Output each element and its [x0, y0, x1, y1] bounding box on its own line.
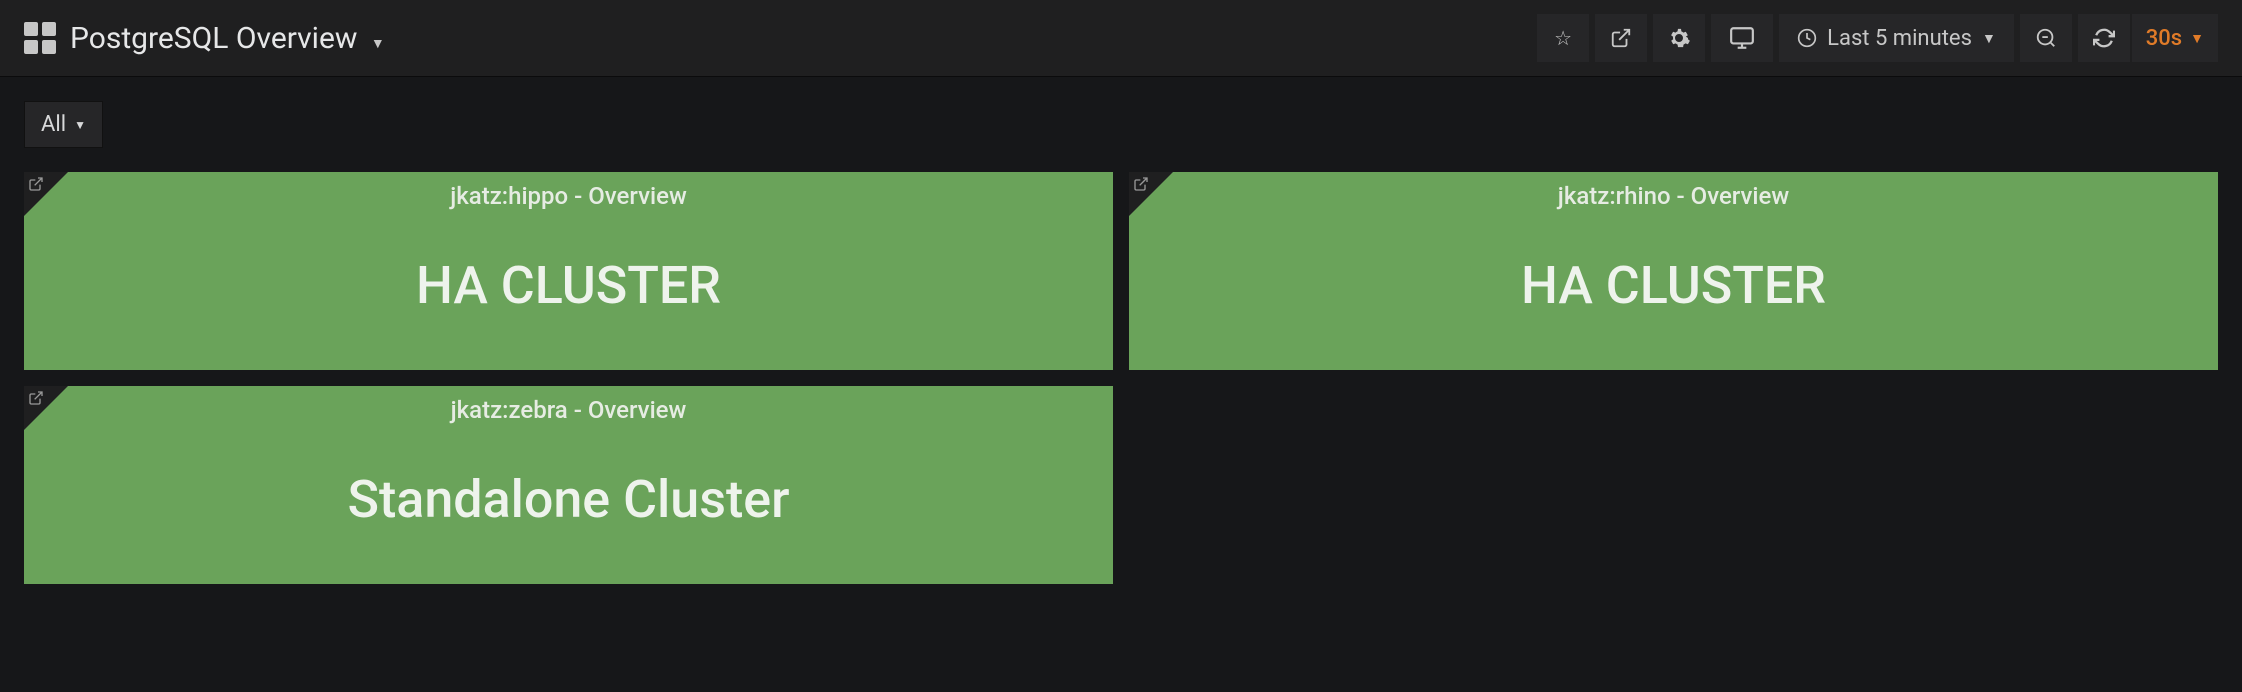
- zoom-out-icon: [2035, 27, 2057, 49]
- tv-mode-button[interactable]: [1711, 14, 1773, 62]
- top-bar: PostgreSQL Overview ▼ ☆: [0, 0, 2242, 77]
- chevron-down-icon: ▼: [1982, 30, 1996, 47]
- refresh-interval-picker[interactable]: 30s ▼: [2132, 14, 2218, 62]
- toolbar: ☆ Last 5 minutes: [1537, 14, 2218, 62]
- star-icon: ☆: [1554, 26, 1572, 51]
- zoom-out-button[interactable]: [2020, 14, 2072, 62]
- clock-icon: [1797, 28, 1817, 48]
- gear-icon: [1667, 26, 1691, 50]
- panel-value: Standalone Cluster: [347, 414, 789, 584]
- page-title: PostgreSQL Overview ▼: [70, 21, 385, 56]
- share-button[interactable]: [1595, 14, 1647, 62]
- refresh-button[interactable]: [2078, 14, 2130, 62]
- refresh-icon: [2093, 27, 2115, 49]
- panel-zebra[interactable]: jkatz:zebra - Overview Standalone Cluste…: [24, 386, 1113, 584]
- time-range-picker[interactable]: Last 5 minutes ▼: [1779, 14, 2014, 62]
- panel-rhino[interactable]: jkatz:rhino - Overview HA CLUSTER: [1129, 172, 2218, 370]
- share-icon: [1610, 27, 1632, 49]
- refresh-interval-label: 30s: [2146, 26, 2182, 51]
- filter-row: All ▼: [24, 101, 2218, 148]
- content-area: All ▼ jkatz:hippo - Overview HA CLUSTER …: [0, 77, 2242, 608]
- dashboard-icon: [24, 22, 56, 54]
- filter-dropdown[interactable]: All ▼: [24, 101, 103, 148]
- monitor-icon: [1729, 25, 1755, 51]
- refresh-group: 30s ▼: [2078, 14, 2218, 62]
- star-button[interactable]: ☆: [1537, 14, 1589, 62]
- filter-value: All: [41, 112, 66, 137]
- external-link-icon[interactable]: [28, 390, 44, 406]
- external-link-icon[interactable]: [1133, 176, 1149, 192]
- panel-value: HA CLUSTER: [1521, 200, 1826, 370]
- time-range-label: Last 5 minutes: [1827, 26, 1972, 51]
- chevron-down-icon: ▼: [2190, 30, 2204, 47]
- chevron-down-icon: ▼: [74, 118, 86, 132]
- panel-value: HA CLUSTER: [416, 200, 721, 370]
- panel-hippo[interactable]: jkatz:hippo - Overview HA CLUSTER: [24, 172, 1113, 370]
- page-title-text: PostgreSQL Overview: [70, 21, 357, 56]
- chevron-down-icon[interactable]: ▼: [371, 36, 385, 52]
- external-link-icon[interactable]: [28, 176, 44, 192]
- panels-grid: jkatz:hippo - Overview HA CLUSTER jkatz:…: [24, 172, 2218, 584]
- title-section[interactable]: PostgreSQL Overview ▼: [24, 21, 385, 56]
- settings-button[interactable]: [1653, 14, 1705, 62]
